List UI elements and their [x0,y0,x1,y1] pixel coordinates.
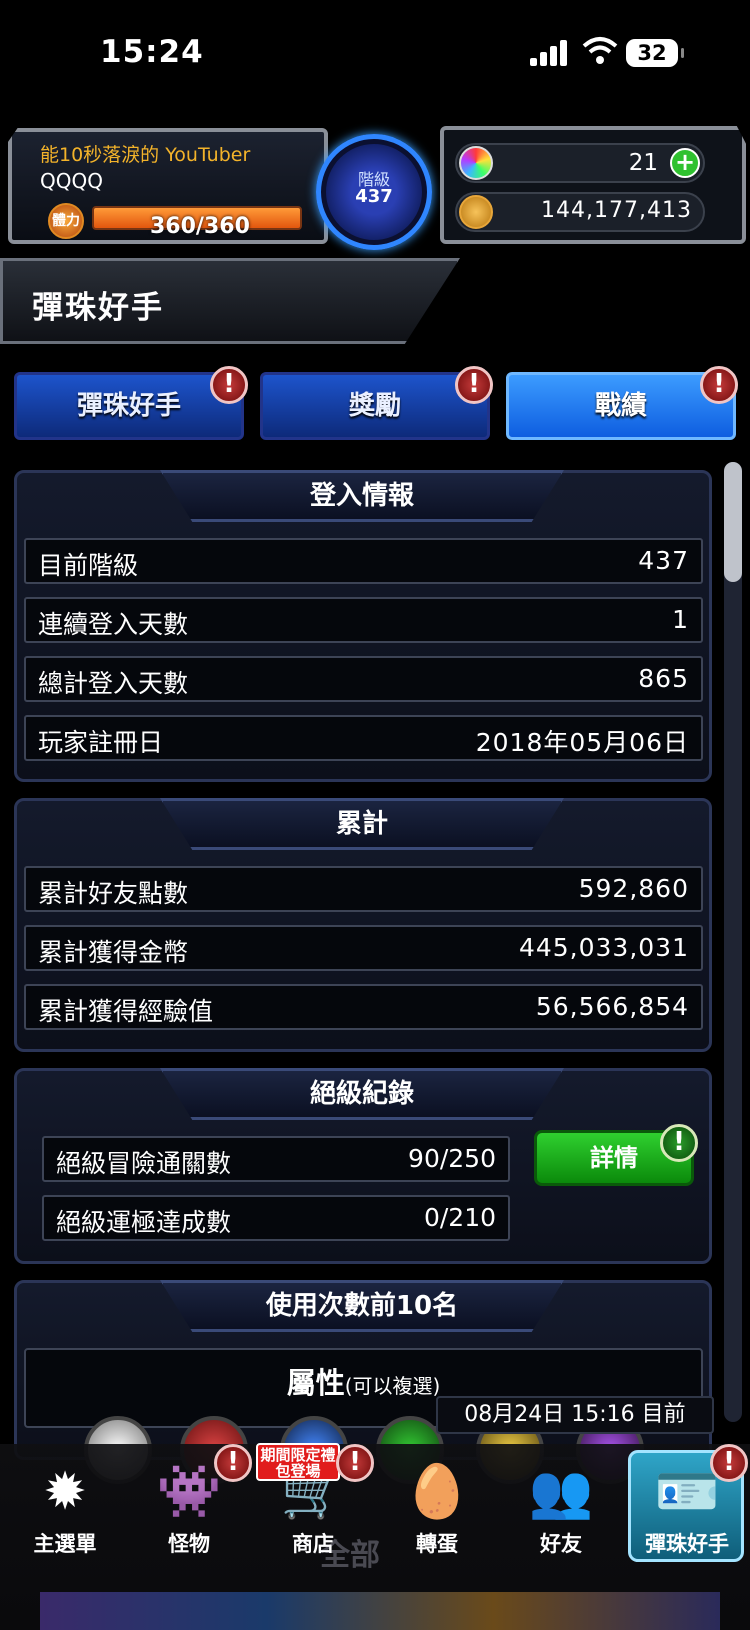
alert-icon: ! [210,366,248,404]
main-menu-icon: ✹ [43,1462,87,1522]
nav-label: 彈珠好手 [645,1532,729,1556]
stat-value: 445,033,031 [518,933,689,962]
stat-value: 592,860 [578,874,689,903]
limited-offer-badge: 期間限定禮包登場 [256,1443,340,1481]
alert-icon: ! [455,366,493,404]
page-title: 彈珠好手 [32,290,164,326]
alert-icon: ! [660,1124,698,1162]
stat-label: 累計獲得金幣 [38,938,189,967]
top10-title: 使用次數前10名 [160,1280,564,1332]
stat-value: 865 [638,664,689,693]
stat-row: 絕級運極達成數 0/210 [42,1195,510,1241]
stat-row: 累計好友點數 592,860 [24,866,703,912]
coin-icon [459,195,493,229]
coin-count: 144,177,413 [541,198,692,223]
player-name: QQQQ [40,169,103,193]
stat-row: 目前階級 437 [24,538,703,584]
stat-label: 目前階級 [38,551,139,580]
stat-value: 0/210 [423,1203,496,1232]
updated-timestamp: 08月24日 15:16 目前 [436,1396,714,1434]
alert-icon: ! [214,1444,252,1482]
scrollbar-track[interactable] [724,462,742,1422]
orb-gem-icon [459,146,493,180]
gem-count: 21 [628,150,658,176]
alert-icon: ! [336,1444,374,1482]
totals-title: 累計 [160,798,564,850]
nav-label: 好友 [540,1532,582,1556]
stat-value: 2018年05月06日 [475,728,689,757]
monster-thumbnails-strip [40,1592,720,1630]
stat-row: 總計登入天數 865 [24,656,703,702]
friends-icon: 👥 [528,1462,594,1522]
stat-value: 56,566,854 [535,992,689,1021]
add-gems-button[interactable]: + [670,148,700,178]
scrollbar-thumb[interactable] [724,462,742,582]
stamina-icon: 體力 [48,203,84,239]
nav-main-menu[interactable]: ✹ 主選單 [10,1460,120,1558]
stat-value: 1 [672,605,689,634]
alert-icon: ! [700,366,738,404]
stat-label: 累計獲得經驗值 [38,997,214,1026]
stat-label: 總計登入天數 [38,669,189,698]
status-time: 15:24 [100,34,204,70]
stat-row: 絕級冒險通關數 90/250 [42,1136,510,1182]
rank-value: 437 [355,186,393,207]
wifi-icon [582,36,618,66]
stat-value: 90/250 [408,1144,496,1173]
stat-value: 437 [638,546,689,575]
stamina-value: 360/360 [150,214,250,239]
stat-label: 玩家註冊日 [38,728,164,757]
stat-row: 連續登入天數 1 [24,597,703,643]
stat-row: 累計獲得經驗值 56,566,854 [24,984,703,1030]
nav-label: 商店 [292,1532,334,1556]
login-info-title: 登入情報 [160,470,564,522]
player-title: 能10秒落淚的 YouTuber [40,144,251,166]
nav-label: 怪物 [168,1532,210,1556]
nav-friends[interactable]: 👥 好友 [506,1460,616,1558]
stat-label: 絕級運極達成數 [56,1208,232,1237]
stat-row: 玩家註冊日 2018年05月06日 [24,715,703,761]
cellular-signal-icon [530,38,570,66]
battery-icon: 32 [626,39,684,67]
nav-label: 主選單 [33,1532,97,1556]
stat-label: 絕級冒險通關數 [56,1149,232,1178]
stat-row: 累計獲得金幣 445,033,031 [24,925,703,971]
nav-label: 轉蛋 [416,1532,458,1556]
alert-icon: ! [710,1444,748,1482]
stat-label: 連續登入天數 [38,610,189,639]
nav-gacha[interactable]: 🥚 轉蛋 [382,1460,492,1558]
egg-icon: 🥚 [404,1462,470,1522]
ultimate-title: 絕級紀錄 [160,1068,564,1120]
stat-label: 累計好友點數 [38,879,189,908]
